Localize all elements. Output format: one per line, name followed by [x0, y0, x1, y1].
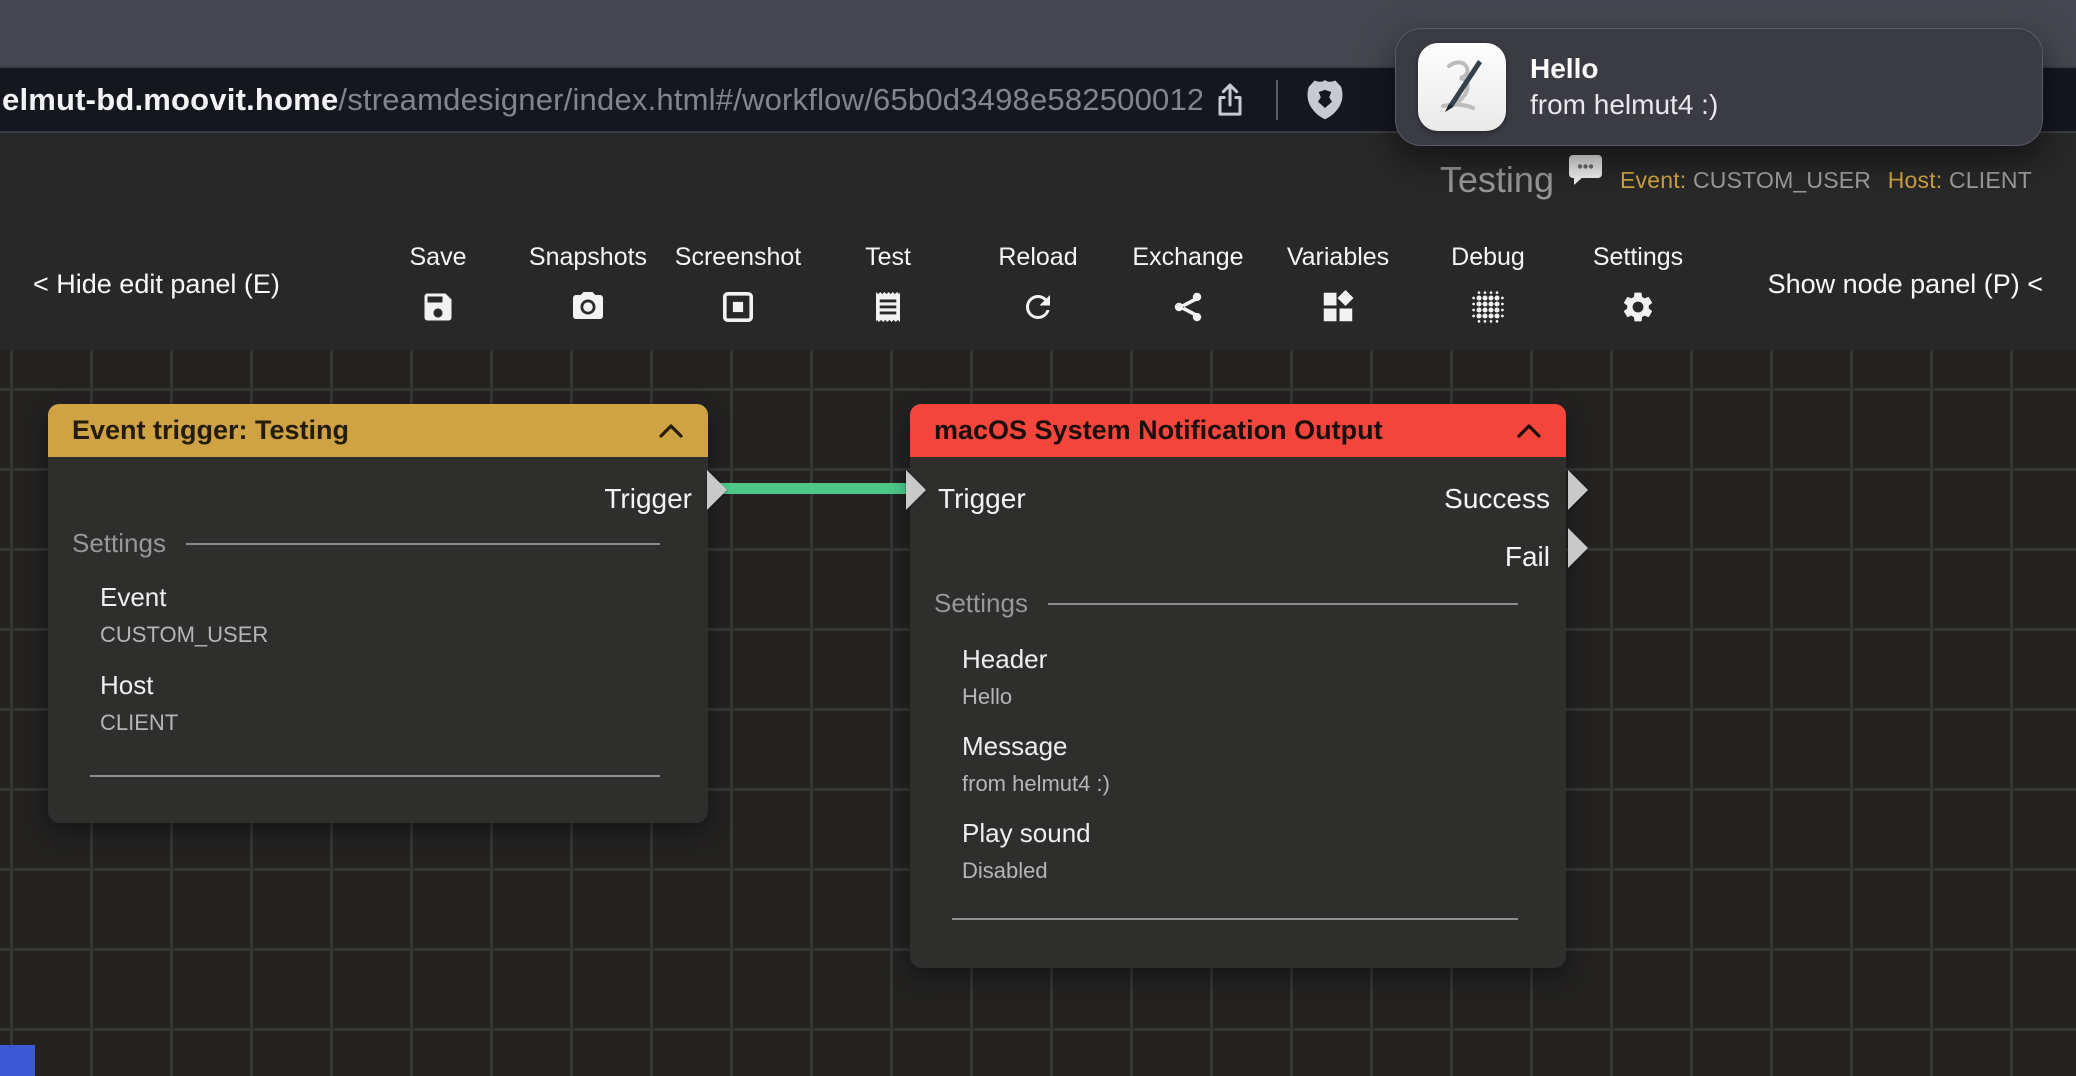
prop-event: Event CUSTOM_USER [100, 582, 268, 648]
toolbar: < Hide edit panel (E) Show node panel (P… [0, 213, 2076, 350]
hide-edit-panel-button[interactable]: < Hide edit panel (E) [33, 269, 280, 300]
settings-section-header: Settings [72, 528, 660, 559]
host-value: CLIENT [1949, 167, 2032, 193]
prop-header: Header Hello [962, 644, 1047, 710]
toolbar-button-exchange[interactable]: Exchange [1113, 213, 1263, 326]
screen: elmut-bd.moovit.home/streamdesigner/inde… [0, 0, 2076, 1076]
output-port-success[interactable] [1568, 470, 1588, 510]
node-macos-notification-output[interactable]: macOS System Notification Output Trigger… [910, 404, 1566, 968]
toolbar-items: Save Snapshots Screenshot Test [363, 213, 1713, 326]
comment-bubble-icon[interactable] [1568, 154, 1604, 186]
notification-title: Hello [1530, 53, 1718, 85]
collapse-caret-icon[interactable] [1516, 423, 1542, 439]
url-bar-actions [1210, 68, 1346, 131]
share-icon[interactable] [1210, 80, 1250, 120]
toolbar-button-test[interactable]: Test [813, 213, 963, 326]
camera-icon [570, 288, 606, 326]
gear-icon [1620, 288, 1656, 326]
toolbar-button-debug[interactable]: Debug [1413, 213, 1563, 326]
node-title: macOS System Notification Output [934, 415, 1383, 446]
toolbar-button-screenshot[interactable]: Screenshot [663, 213, 813, 326]
workflow-title: Testing [1440, 159, 1554, 201]
output-port-fail[interactable] [1568, 528, 1588, 568]
settings-divider [1048, 603, 1518, 605]
show-node-panel-button[interactable]: Show node panel (P) < [1768, 269, 2043, 300]
dots-grid-icon [1470, 288, 1506, 326]
node-title: Event trigger: Testing [72, 415, 349, 446]
refresh-icon [1020, 288, 1056, 326]
prop-host: Host CLIENT [100, 670, 178, 736]
screenshot-icon [720, 288, 756, 326]
toolbar-button-settings[interactable]: Settings [1563, 213, 1713, 326]
macos-notification[interactable]: Hello from helmut4 :) [1395, 28, 2043, 146]
settings-divider [186, 543, 660, 545]
toolbar-button-snapshots[interactable]: Snapshots [513, 213, 663, 326]
event-label: Event: [1620, 167, 1686, 193]
toolbar-button-reload[interactable]: Reload [963, 213, 1113, 326]
toolbar-button-save[interactable]: Save [363, 213, 513, 326]
prop-play-sound: Play sound Disabled [962, 818, 1091, 884]
collapse-caret-icon[interactable] [658, 423, 684, 439]
share-nodes-icon [1170, 288, 1206, 326]
output-label-success: Success [1444, 483, 1550, 515]
output-label-trigger: Trigger [604, 483, 692, 515]
input-port-trigger[interactable] [906, 470, 926, 510]
url-path: /streamdesigner/index.html#/workflow/65b… [338, 82, 1202, 118]
url-text[interactable]: elmut-bd.moovit.home/streamdesigner/inde… [2, 68, 1202, 131]
node-event-trigger-header[interactable]: Event trigger: Testing [48, 404, 708, 457]
node-event-trigger[interactable]: Event trigger: Testing Trigger Settings … [48, 404, 708, 823]
connection-line[interactable] [718, 483, 918, 494]
save-icon [420, 288, 456, 326]
node-macos-notification-header[interactable]: macOS System Notification Output [910, 404, 1566, 457]
output-port-trigger[interactable] [707, 470, 727, 510]
node-bottom-divider [952, 918, 1518, 920]
input-label-trigger: Trigger [938, 483, 1026, 515]
notification-body: from helmut4 :) [1530, 89, 1718, 121]
settings-section-header: Settings [934, 588, 1518, 619]
viewport-indicator[interactable] [0, 1045, 35, 1076]
host-label: Host: [1888, 167, 1943, 193]
prop-message: Message from helmut4 :) [962, 731, 1110, 797]
event-value: CUSTOM_USER [1693, 167, 1871, 193]
node-bottom-divider [90, 775, 660, 777]
receipt-icon [870, 288, 906, 326]
workflow-meta: Event: CUSTOM_USER Host: CLIENT [1620, 167, 2032, 194]
url-bar-separator [1276, 80, 1278, 120]
brave-icon[interactable] [1304, 77, 1346, 123]
toolbar-button-variables[interactable]: Variables [1263, 213, 1413, 326]
dashboard-icon [1320, 288, 1356, 326]
url-domain: elmut-bd.moovit.home [2, 82, 338, 118]
notification-text: Hello from helmut4 :) [1530, 53, 1718, 121]
script-editor-icon [1418, 43, 1506, 131]
output-label-fail: Fail [1505, 541, 1550, 573]
workflow-canvas[interactable]: Event trigger: Testing Trigger Settings … [0, 350, 2076, 1076]
